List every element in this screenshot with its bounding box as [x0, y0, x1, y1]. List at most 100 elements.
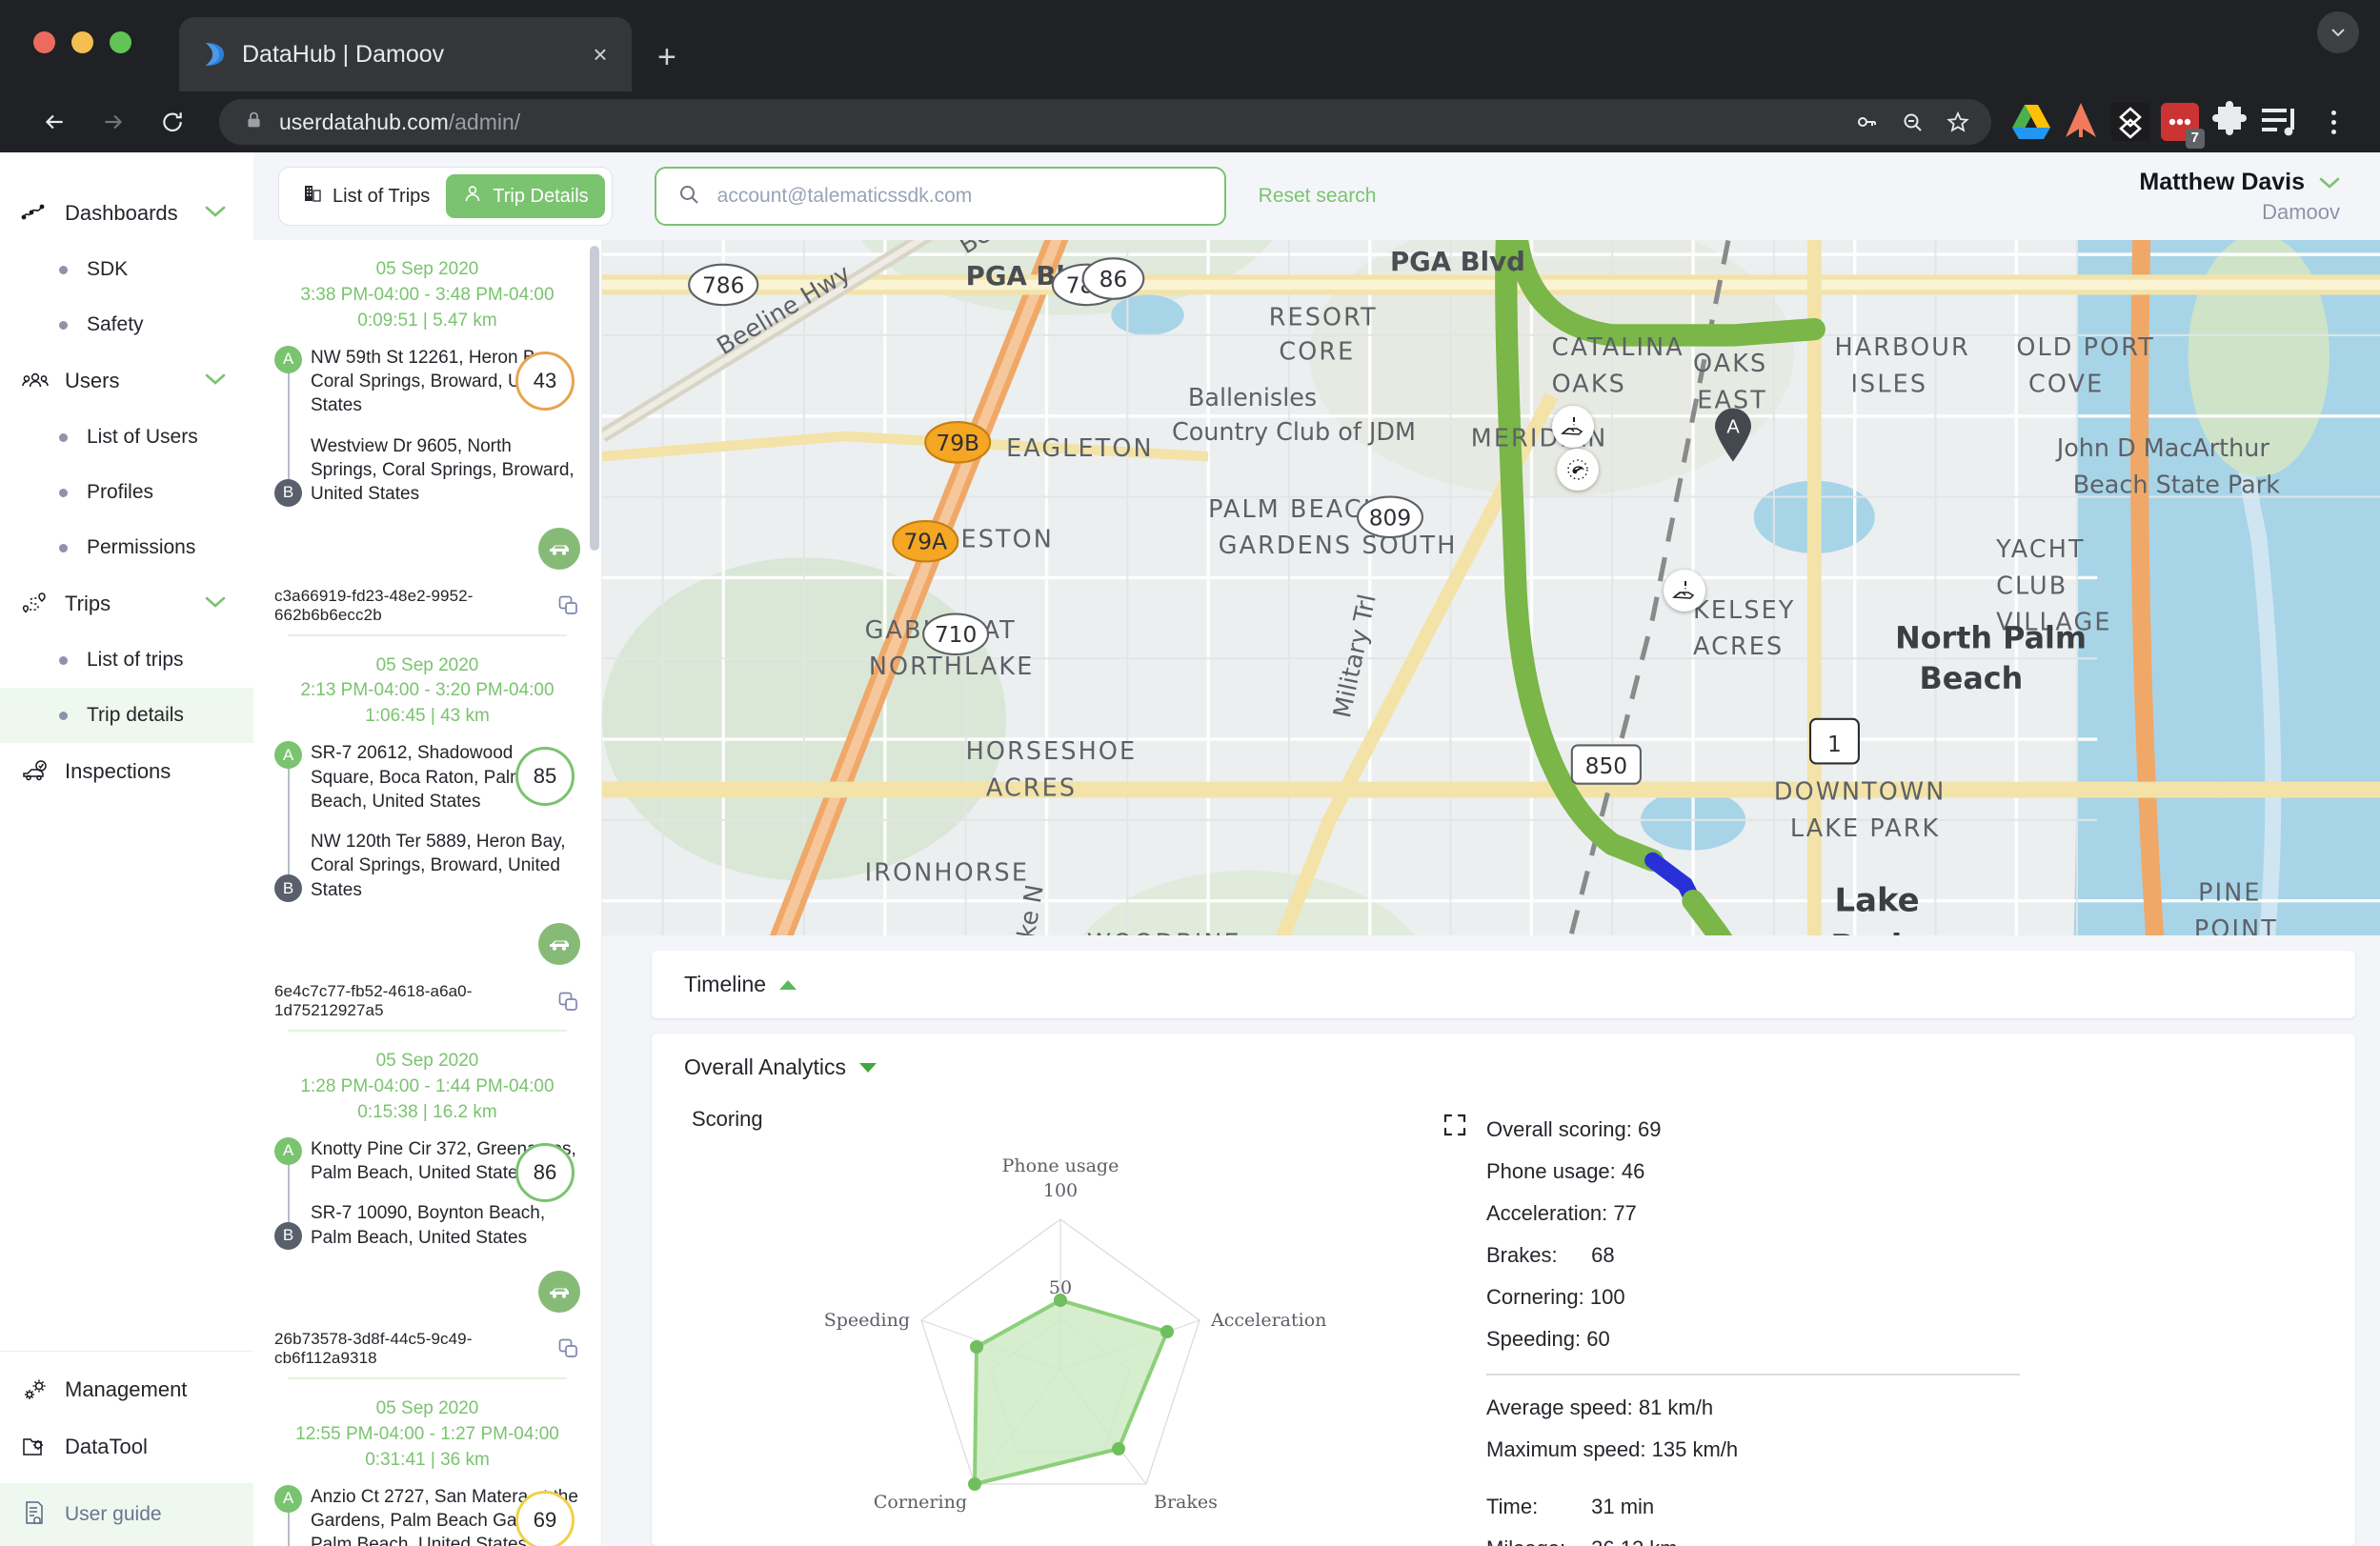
address-bar[interactable]: userdatahub.com/admin/	[219, 99, 1991, 145]
trip-uuid: 6e4c7c77-fb52-4618-a6a0-1d75212927a5	[274, 982, 545, 1020]
reload-icon[interactable]	[143, 100, 202, 144]
trip-start-pin[interactable]: A	[1711, 408, 1755, 468]
harsh-braking-event-marker[interactable]	[1552, 406, 1594, 448]
sidebar-item-profiles[interactable]: Profiles	[0, 465, 253, 520]
stat-acceleration: Acceleration: 77	[1486, 1193, 2323, 1235]
close-tab-button[interactable]: ×	[584, 40, 616, 70]
sidebar-item-list-of-trips[interactable]: List of trips	[0, 632, 253, 688]
sidebar-group-trips[interactable]: Trips	[0, 575, 253, 632]
stat-label: Maximum speed:	[1486, 1439, 1646, 1460]
svg-text:Lake: Lake	[1834, 881, 1919, 918]
copy-icon[interactable]	[556, 1336, 580, 1360]
trip-list-panel[interactable]: 05 Sep 2020 3:38 PM-04:00 - 3:48 PM-04:0…	[253, 240, 602, 1546]
close-window-button[interactable]	[33, 31, 55, 53]
account-menu[interactable]: Matthew Davis Damoov	[2139, 169, 2380, 225]
maximize-window-button[interactable]	[110, 31, 131, 53]
harsh-braking-event-marker[interactable]	[1664, 570, 1705, 612]
svg-text:PINE: PINE	[2198, 878, 2261, 907]
bookmark-star-icon[interactable]	[1938, 102, 1978, 142]
playlist-music-icon[interactable]	[2256, 99, 2302, 145]
triangle-up-icon[interactable]	[779, 980, 797, 990]
sidebar-item-inspections[interactable]: Inspections	[0, 743, 253, 800]
copy-icon[interactable]	[556, 593, 580, 617]
sidebar-label-user-guide: User guide	[65, 1503, 162, 1526]
trip-uuid-row: 26b73578-3d8f-44c5-9c49-cb6f112a9318	[274, 1330, 580, 1368]
account-name[interactable]: Matthew Davis	[2139, 169, 2340, 196]
trip-time-range: 1:28 PM-04:00 - 1:44 PM-04:00	[274, 1074, 580, 1100]
braking-event-icon	[1552, 406, 1594, 448]
sidebar-item-list-of-users[interactable]: List of Users	[0, 410, 253, 465]
tab-trip-details[interactable]: Trip Details	[446, 174, 604, 218]
trip-list-scrollbar[interactable]	[590, 246, 599, 551]
stat-label: Time:	[1486, 1496, 1585, 1517]
chevron-down-icon[interactable]	[204, 372, 227, 391]
todoist-icon[interactable]: 7	[2157, 99, 2203, 145]
stat-label: Speeding:	[1486, 1329, 1581, 1350]
trip-date: 05 Sep 2020	[274, 1049, 580, 1074]
copy-icon[interactable]	[556, 990, 580, 1014]
extensions-puzzle-icon[interactable]	[2207, 99, 2252, 145]
chevron-down-icon[interactable]	[204, 205, 227, 223]
chevron-down-icon	[2319, 177, 2340, 190]
sidebar-item-safety[interactable]: Safety	[0, 297, 253, 352]
car-icon[interactable]	[538, 1271, 580, 1313]
timeline-panel-header[interactable]: Timeline	[652, 951, 2355, 1018]
expand-fullscreen-icon[interactable]	[1442, 1113, 1467, 1142]
forward-arrow-icon[interactable]	[84, 100, 143, 144]
sidebar-item-trip-details[interactable]: Trip details	[0, 688, 253, 743]
sidebar-item-sdk[interactable]: SDK	[0, 242, 253, 297]
trip-header: 05 Sep 2020 1:28 PM-04:00 - 1:44 PM-04:0…	[274, 1049, 580, 1126]
speeding-event-marker[interactable]	[1557, 449, 1599, 491]
trip-card[interactable]: 05 Sep 2020 2:13 PM-04:00 - 3:20 PM-04:0…	[253, 636, 601, 1033]
tab-search-chevron-icon[interactable]	[2317, 11, 2359, 53]
sidebar-item-user-guide[interactable]: User guide	[0, 1483, 253, 1546]
svg-text:NORTHLAKE: NORTHLAKE	[869, 652, 1035, 680]
sidebar-group-dashboards[interactable]: Dashboards	[0, 185, 253, 242]
reset-search-link[interactable]: Reset search	[1259, 185, 1377, 208]
car-icon[interactable]	[538, 528, 580, 570]
sidebar-group-users[interactable]: Users	[0, 352, 253, 410]
back-arrow-icon[interactable]	[25, 100, 84, 144]
radar-chart-svg: 100 50 Phone usage Acceleration Brakes C…	[684, 1132, 1437, 1513]
analytics-panel-header[interactable]: Overall Analytics	[652, 1034, 2355, 1101]
trip-uuid-row: c3a66919-fd23-48e2-9952-662b6b6ecc2b	[274, 587, 580, 625]
svg-text:Park: Park	[1830, 928, 1914, 935]
bullet-dot-icon	[59, 656, 68, 665]
trip-uuid: 26b73578-3d8f-44c5-9c49-cb6f112a9318	[274, 1330, 545, 1368]
trip-card[interactable]: 05 Sep 2020 3:38 PM-04:00 - 3:48 PM-04:0…	[253, 240, 601, 636]
trip-card[interactable]: 05 Sep 2020 1:28 PM-04:00 - 1:44 PM-04:0…	[253, 1032, 601, 1379]
search-input[interactable]	[717, 185, 1203, 208]
svg-text:850: 850	[1585, 753, 1628, 779]
google-drive-icon[interactable]	[2008, 99, 2054, 145]
svg-text:WOODBINE: WOODBINE	[1087, 929, 1241, 935]
avast-icon[interactable]	[2058, 99, 2104, 145]
sidebar-label-safety: Safety	[87, 313, 144, 336]
sidebar-item-management[interactable]: Management	[0, 1361, 253, 1418]
stat-label: Acceleration:	[1486, 1203, 1607, 1224]
browser-tab[interactable]: DataHub | Damoov ×	[179, 17, 632, 91]
stat-label: Average speed:	[1486, 1397, 1633, 1418]
sidebar-item-permissions[interactable]: Permissions	[0, 520, 253, 575]
trip-header: 05 Sep 2020 3:38 PM-04:00 - 3:48 PM-04:0…	[274, 257, 580, 334]
sidebar-item-datatool[interactable]: DataTool	[0, 1418, 253, 1476]
minimize-window-button[interactable]	[71, 31, 93, 53]
new-tab-button[interactable]: +	[657, 39, 676, 76]
triangle-down-icon[interactable]	[859, 1063, 877, 1073]
bullet-dot-icon	[59, 544, 68, 552]
zoom-out-icon[interactable]	[1892, 102, 1932, 142]
trip-score-badge: 86	[515, 1143, 575, 1202]
tab-list-of-trips[interactable]: List of Trips	[286, 174, 446, 218]
chevron-down-icon[interactable]	[204, 595, 227, 613]
sidebar-label-trips: Trips	[65, 592, 111, 616]
trip-map[interactable]: MIRASOL OLD PALM EAST MAHEU PLEASANT RID…	[602, 240, 2380, 935]
kebab-menu-icon[interactable]	[2311, 99, 2355, 145]
trip-card[interactable]: 05 Sep 2020 12:55 PM-04:00 - 1:27 PM-04:…	[253, 1379, 601, 1546]
stat-phone-usage: Phone usage: 46	[1486, 1151, 2323, 1193]
trip-duration-distance: 1:06:45 | 43 km	[274, 704, 580, 730]
password-key-icon[interactable]	[1846, 102, 1886, 142]
trip-duration-distance: 0:15:38 | 16.2 km	[274, 1100, 580, 1126]
route-line	[288, 1162, 290, 1225]
evernote-icon[interactable]	[2108, 99, 2153, 145]
search-field-wrapper[interactable]	[655, 167, 1226, 226]
car-icon[interactable]	[538, 923, 580, 965]
